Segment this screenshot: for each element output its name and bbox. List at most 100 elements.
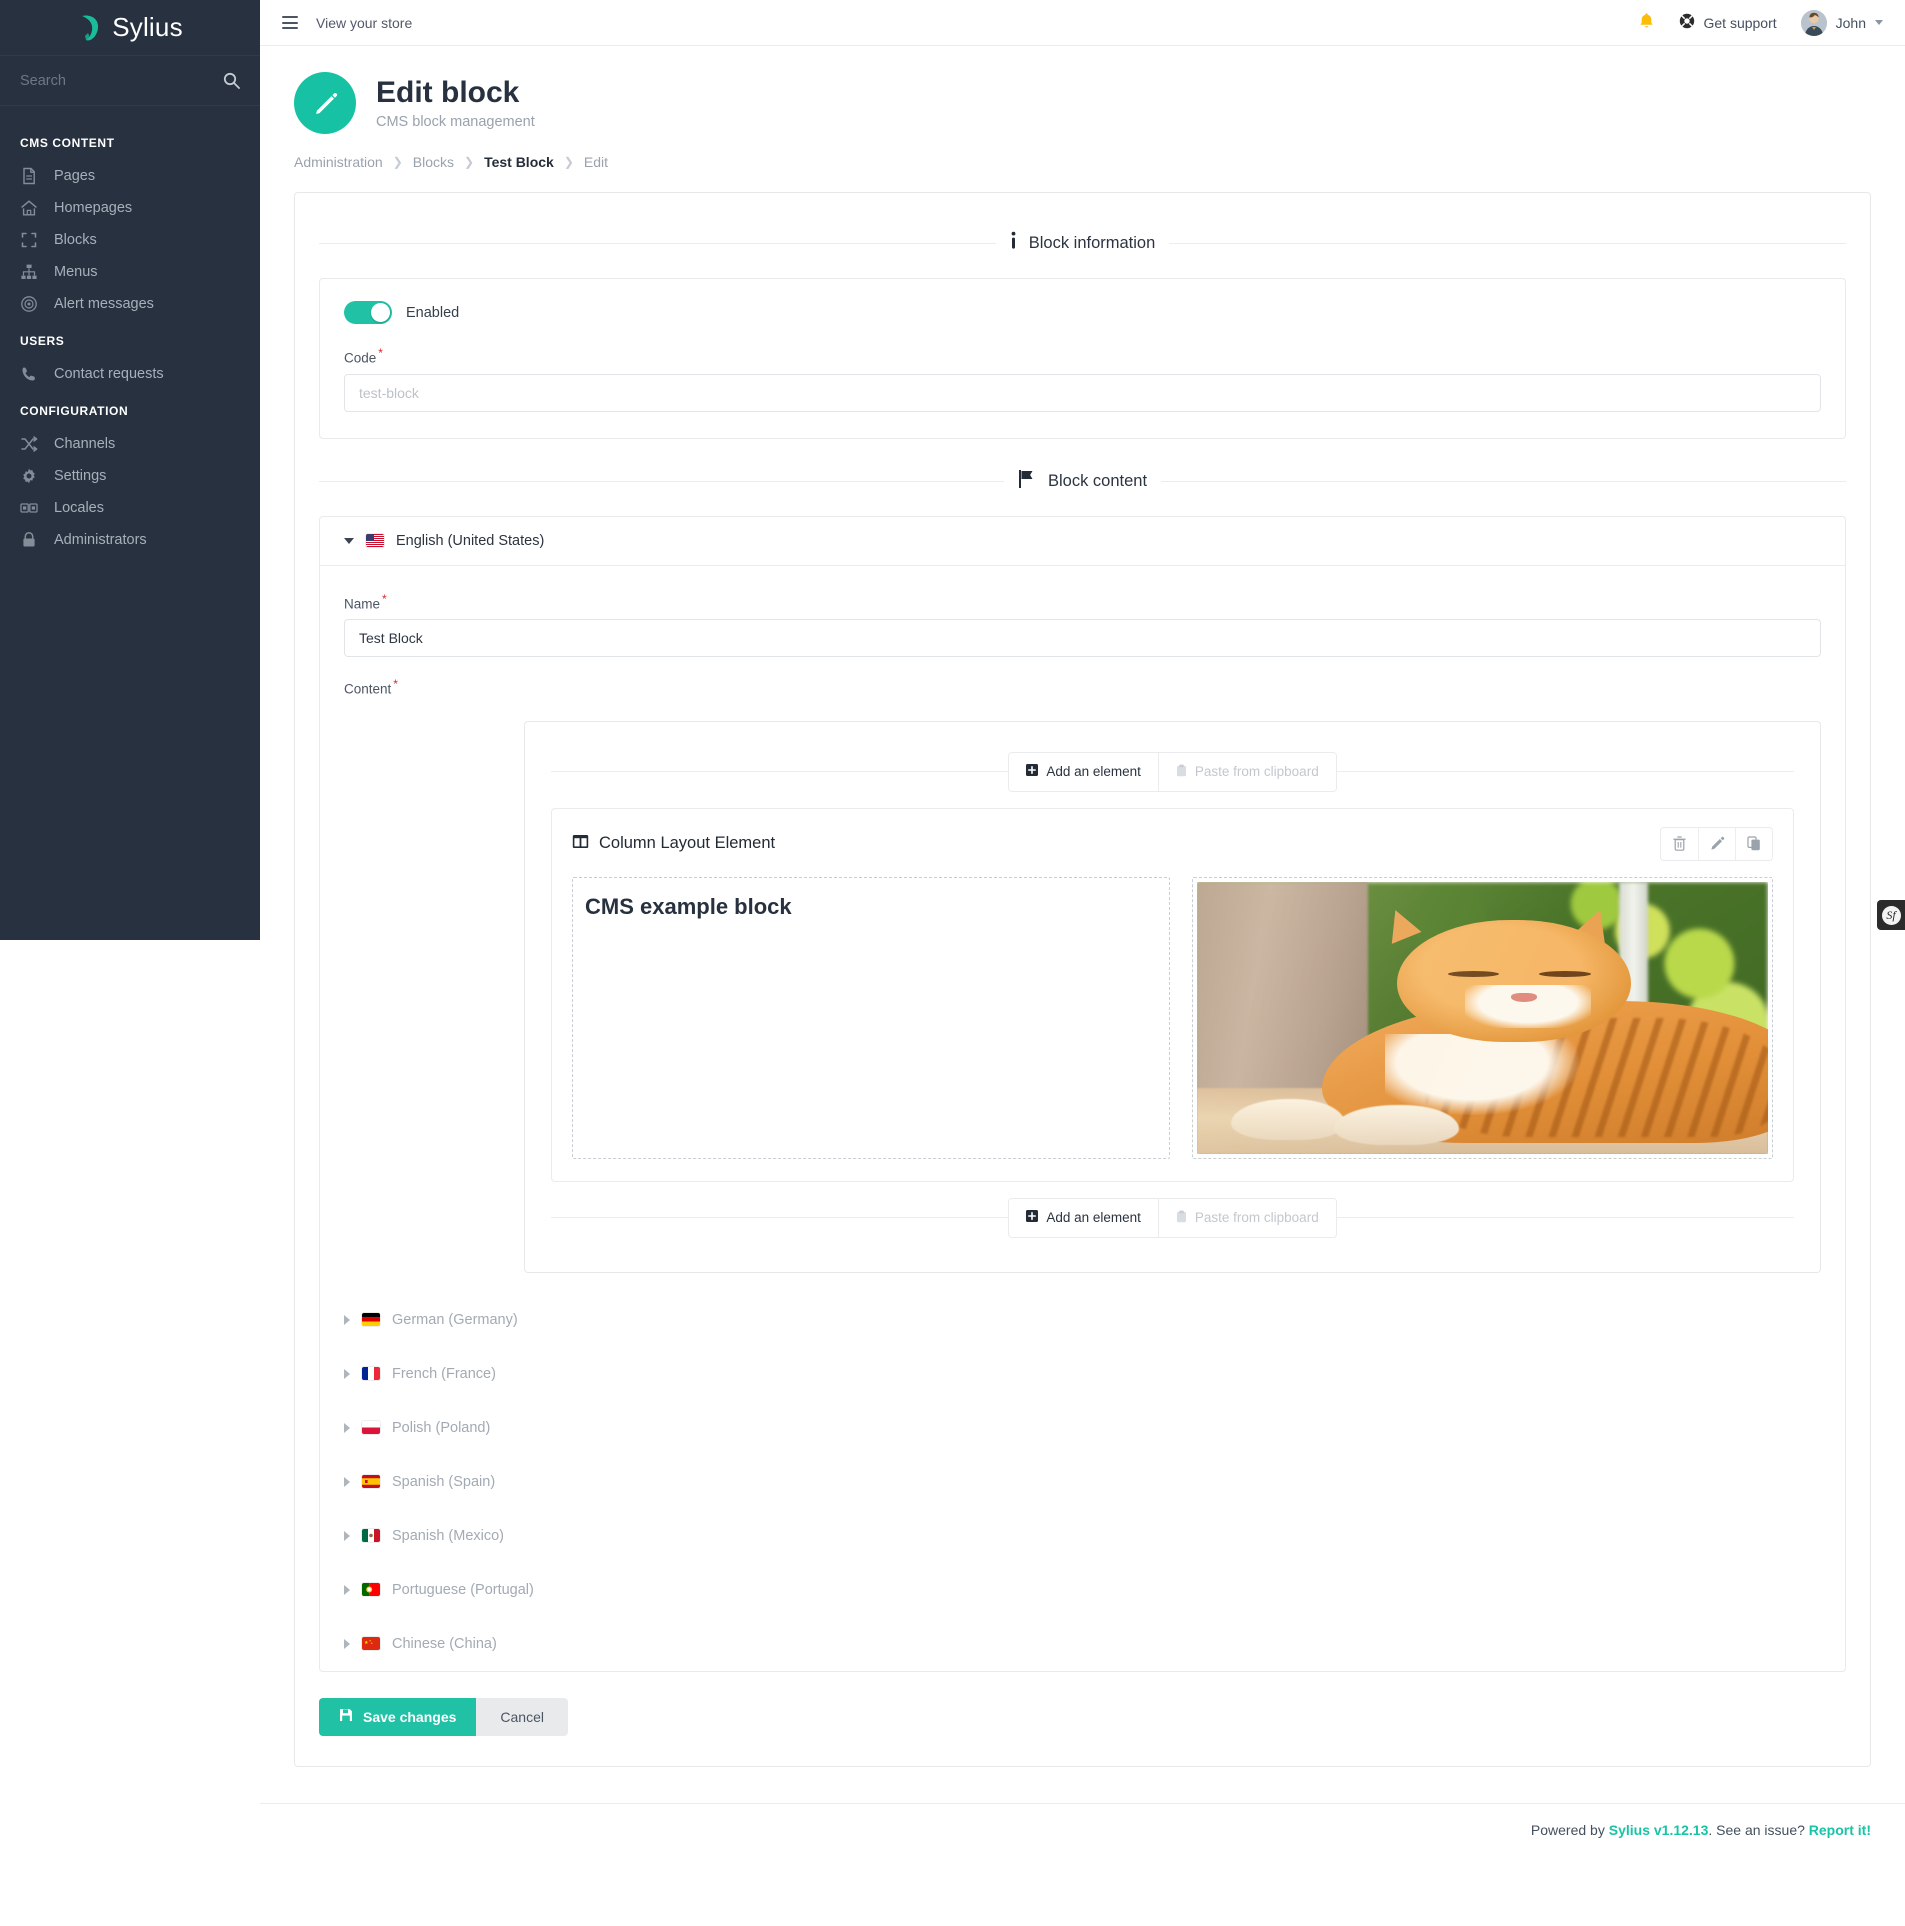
pt-flag-icon (362, 1583, 380, 1596)
required-marker: * (393, 677, 398, 691)
de-flag-icon (362, 1313, 380, 1326)
symfony-logo-icon: Sf (1881, 905, 1901, 925)
flag-icon (1018, 469, 1036, 494)
locale-header-de-de[interactable]: German (Germany) (320, 1293, 1845, 1347)
topbar: View your store Get support John (260, 0, 1905, 46)
name-input[interactable] (344, 619, 1821, 657)
save-button[interactable]: Save changes (319, 1697, 477, 1736)
block-content-title: Block content (1047, 471, 1148, 490)
add-element-row-top: Add an element Paste from clipboard (551, 751, 1795, 792)
column-two[interactable] (1191, 876, 1773, 1159)
sylius-logo-icon (77, 13, 103, 43)
get-support-label: Get support (1703, 14, 1777, 31)
sidebar-item-menus[interactable]: Menus (0, 256, 260, 288)
page-header: Edit block CMS block management (260, 46, 1905, 134)
search-icon[interactable] (223, 72, 240, 89)
sidebar-item-label: Pages (54, 168, 96, 184)
columns-icon (572, 834, 589, 854)
phone-icon (20, 365, 38, 383)
clipboard-icon (1176, 764, 1187, 780)
brand[interactable]: Sylius (0, 0, 260, 56)
lifebuoy-icon (1679, 13, 1695, 32)
sidebar: Sylius CMS CONTENT Pages (0, 0, 260, 940)
chevron-right-icon (344, 1422, 350, 1433)
breadcrumb-item-blocks[interactable]: Blocks (413, 154, 454, 170)
user-name: John (1835, 14, 1866, 31)
page-subtitle: CMS block management (376, 114, 535, 131)
sidebar-item-settings[interactable]: Settings (0, 460, 260, 492)
element-header: Column Layout Element (572, 826, 1773, 861)
locale-header-pl-pl[interactable]: Polish (Poland) (320, 1401, 1845, 1455)
required-marker: * (378, 346, 383, 360)
code-input[interactable] (344, 373, 1821, 412)
edit-icon[interactable] (1698, 827, 1735, 860)
locale-name: Spanish (Mexico) (392, 1527, 505, 1544)
locale-header-en-us[interactable]: English (United States) (320, 517, 1845, 566)
locale-header-pt-pt[interactable]: Portuguese (Portugal) (320, 1563, 1845, 1617)
column-one[interactable]: CMS example block (572, 876, 1170, 1159)
add-element-row-bottom: Add an element Paste from clipboard (551, 1197, 1795, 1238)
sidebar-item-label: Contact requests (54, 366, 164, 382)
chevron-right-icon (344, 1584, 350, 1595)
clipboard-icon (1176, 1210, 1187, 1226)
edit-pencil-icon (294, 72, 356, 134)
breadcrumb-item-administration[interactable]: Administration (294, 154, 383, 170)
sidebar-item-blocks[interactable]: Blocks (0, 224, 260, 256)
locale-name: German (Germany) (392, 1311, 518, 1328)
required-marker: * (382, 591, 387, 606)
sidebar-item-label: Channels (54, 436, 116, 452)
sidebar-nav: CMS CONTENT Pages Homepages Blocks Menus… (0, 106, 260, 556)
name-label: Name * (344, 591, 387, 612)
nav-group-title-cms: CMS CONTENT (20, 136, 115, 150)
sidebar-item-alert-messages[interactable]: Alert messages (0, 288, 260, 320)
footer-issue-text: . See an issue? (1708, 1821, 1809, 1838)
edit-block-form-card: Block information Enabled Code * test-bl… (294, 192, 1871, 1767)
locale-name: Chinese (China) (392, 1635, 497, 1652)
cn-flag-icon: ★ ★ ★ (362, 1637, 380, 1650)
add-element-button-bottom[interactable]: Add an element (1009, 1198, 1158, 1237)
locale-header-es-mx[interactable]: Spanish (Mexico) (320, 1509, 1845, 1563)
sidebar-item-pages[interactable]: Pages (0, 160, 260, 192)
sidebar-item-label: Menus (54, 264, 98, 280)
sidebar-item-homepages[interactable]: Homepages (0, 192, 260, 224)
locale-header-fr-fr[interactable]: French (France) (320, 1347, 1845, 1401)
duplicate-icon[interactable] (1735, 827, 1772, 860)
footer-prefix: Powered by (1530, 1821, 1609, 1838)
sidebar-item-contact-requests[interactable]: Contact requests (0, 358, 260, 390)
app-root: Sylius CMS CONTENT Pages (0, 0, 1905, 1926)
sidebar-item-label: Alert messages (54, 296, 154, 312)
user-menu[interactable]: John (1800, 9, 1883, 36)
locale-header-es-es[interactable]: Spanish (Spain) (320, 1455, 1845, 1509)
report-issue-link[interactable]: Report it! (1809, 1822, 1871, 1838)
lock-icon (20, 531, 38, 549)
locale-body-en-us: Name* Content* (320, 566, 1845, 1293)
get-support-button[interactable]: Get support (1679, 13, 1777, 32)
plus-square-icon (1026, 764, 1039, 779)
paste-from-clipboard-button-top[interactable]: Paste from clipboard (1157, 752, 1336, 791)
enabled-toggle[interactable] (344, 301, 392, 324)
sidebar-item-channels[interactable]: Channels (0, 428, 260, 460)
symfony-toolbar-badge[interactable]: Sf (1877, 900, 1905, 930)
nav-group-title-configuration: CONFIGURATION (20, 404, 129, 418)
sidebar-item-administrators[interactable]: Administrators (0, 524, 260, 556)
block-content-panel: English (United States) Name* Content* (319, 515, 1846, 1672)
sidebar-item-label: Blocks (54, 232, 97, 248)
sidebar-item-label: Administrators (54, 532, 147, 548)
notifications-bell-icon[interactable] (1638, 12, 1655, 33)
sidebar-item-label: Homepages (54, 200, 133, 216)
sylius-version-link[interactable]: Sylius v1.12.13 (1609, 1822, 1709, 1838)
paste-from-clipboard-button-bottom[interactable]: Paste from clipboard (1157, 1198, 1336, 1237)
sidebar-item-locales[interactable]: Locales (0, 492, 260, 524)
search-row (0, 56, 260, 106)
chevron-down-icon (1875, 20, 1883, 25)
search-input[interactable] (20, 72, 223, 89)
page-footer: Powered by Sylius v1.12.13. See an issue… (260, 1802, 1905, 1856)
view-store-link[interactable]: View your store (316, 15, 412, 31)
delete-icon[interactable] (1661, 827, 1698, 860)
add-element-button-top[interactable]: Add an element (1009, 752, 1158, 791)
mx-flag-icon (362, 1529, 380, 1542)
cancel-button[interactable]: Cancel (476, 1697, 568, 1736)
locale-header-zh-cn[interactable]: ★ ★ ★ Chinese (China) (320, 1617, 1845, 1671)
breadcrumb-item-test-block[interactable]: Test Block (484, 154, 554, 170)
menu-toggle-icon[interactable] (282, 16, 298, 29)
